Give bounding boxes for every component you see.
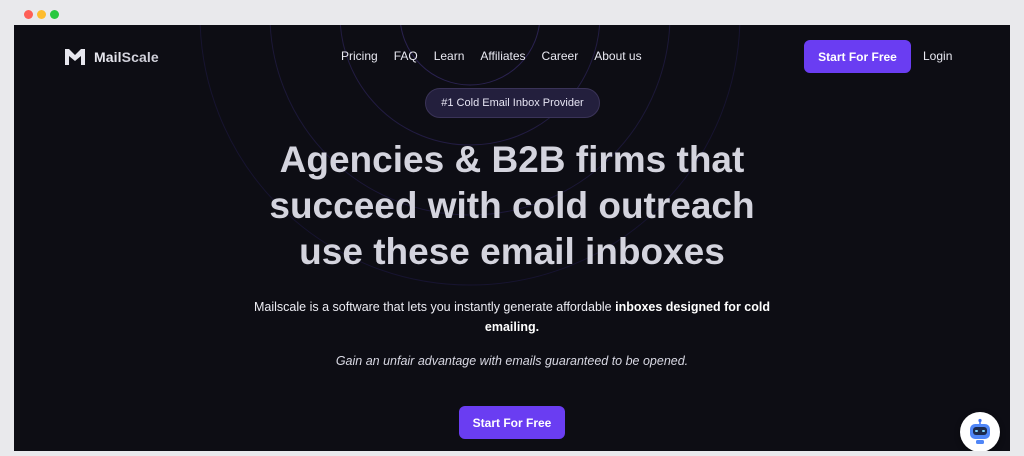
start-for-free-nav-button[interactable]: Start For Free (804, 40, 911, 73)
nav-career[interactable]: Career (542, 49, 579, 63)
start-for-free-hero-button[interactable]: Start For Free (459, 406, 565, 439)
mailscale-logo-icon (65, 49, 85, 65)
brand-name: MailScale (94, 49, 159, 65)
page-viewport: MailScale Pricing FAQ Learn Affiliates C… (14, 25, 1010, 451)
chat-widget-button[interactable] (960, 412, 1000, 451)
hero-badge: #1 Cold Email Inbox Provider (425, 88, 600, 118)
headline-line-1: Agencies & B2B firms that (279, 139, 745, 180)
robot-chat-icon (970, 418, 990, 444)
headline-line-3: use these email inboxes (299, 231, 725, 272)
nav-about-us[interactable]: About us (594, 49, 641, 63)
minimize-window-icon[interactable] (37, 10, 46, 19)
login-link[interactable]: Login (923, 49, 952, 63)
hero-tagline: Gain an unfair advantage with emails gua… (335, 354, 689, 368)
close-window-icon[interactable] (24, 10, 33, 19)
nav-faq[interactable]: FAQ (394, 49, 418, 63)
hero-headline: Agencies & B2B firms that succeed with c… (214, 137, 810, 275)
browser-window: MailScale Pricing FAQ Learn Affiliates C… (0, 0, 1024, 456)
hero-subtitle: Mailscale is a software that lets you in… (254, 300, 770, 334)
main-nav: Pricing FAQ Learn Affiliates Career Abou… (341, 49, 642, 63)
headline-line-2: succeed with cold outreach (269, 185, 755, 226)
brand-logo[interactable]: MailScale (64, 47, 159, 67)
maximize-window-icon[interactable] (50, 10, 59, 19)
nav-learn[interactable]: Learn (434, 49, 465, 63)
nav-affiliates[interactable]: Affiliates (480, 49, 525, 63)
nav-pricing[interactable]: Pricing (341, 49, 378, 63)
